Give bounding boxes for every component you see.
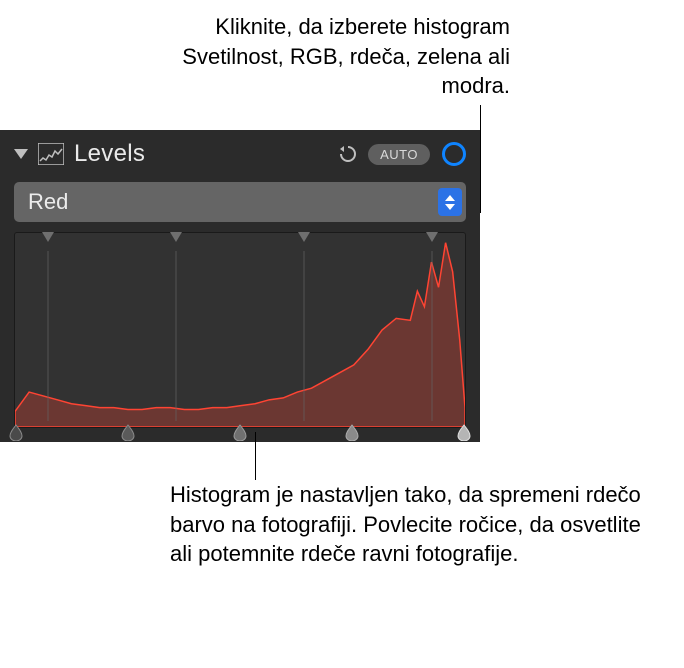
chevron-down-icon bbox=[445, 204, 455, 210]
panel-header: Levels AUTO bbox=[0, 130, 480, 176]
shadows-handle[interactable] bbox=[121, 423, 135, 441]
panel-title: Levels bbox=[74, 140, 326, 168]
callout-bottom: Histogram je nastavljen tako, da spremen… bbox=[170, 480, 650, 569]
histogram-top-handle[interactable] bbox=[298, 232, 310, 242]
undo-icon[interactable] bbox=[336, 143, 358, 165]
highlights-handle[interactable] bbox=[345, 423, 359, 441]
levels-icon bbox=[38, 143, 64, 165]
histogram-top-handle[interactable] bbox=[42, 232, 54, 242]
callout-top: Kliknite, da izberete histogram Svetilno… bbox=[130, 12, 510, 101]
levels-panel: Levels AUTO Red bbox=[0, 130, 480, 442]
histogram-top-handle[interactable] bbox=[426, 232, 438, 242]
auto-button[interactable]: AUTO bbox=[368, 144, 430, 165]
disclosure-triangle-icon[interactable] bbox=[14, 149, 28, 159]
dropdown-stepper-icon[interactable] bbox=[438, 188, 462, 216]
black-point-handle[interactable] bbox=[9, 423, 23, 441]
midtones-handle[interactable] bbox=[233, 423, 247, 441]
histogram bbox=[14, 232, 466, 428]
channel-select[interactable]: Red bbox=[14, 182, 466, 222]
channel-select-label: Red bbox=[28, 189, 438, 215]
enable-toggle-icon[interactable] bbox=[442, 142, 466, 166]
leader-line-bottom bbox=[255, 432, 256, 480]
histogram-chart bbox=[15, 233, 465, 427]
leader-line-top bbox=[480, 105, 481, 213]
histogram-bottom-handles-row bbox=[9, 423, 471, 441]
histogram-top-handles-row bbox=[15, 232, 465, 242]
chevron-up-icon bbox=[445, 195, 455, 201]
white-point-handle[interactable] bbox=[457, 423, 471, 441]
histogram-top-handle[interactable] bbox=[170, 232, 182, 242]
